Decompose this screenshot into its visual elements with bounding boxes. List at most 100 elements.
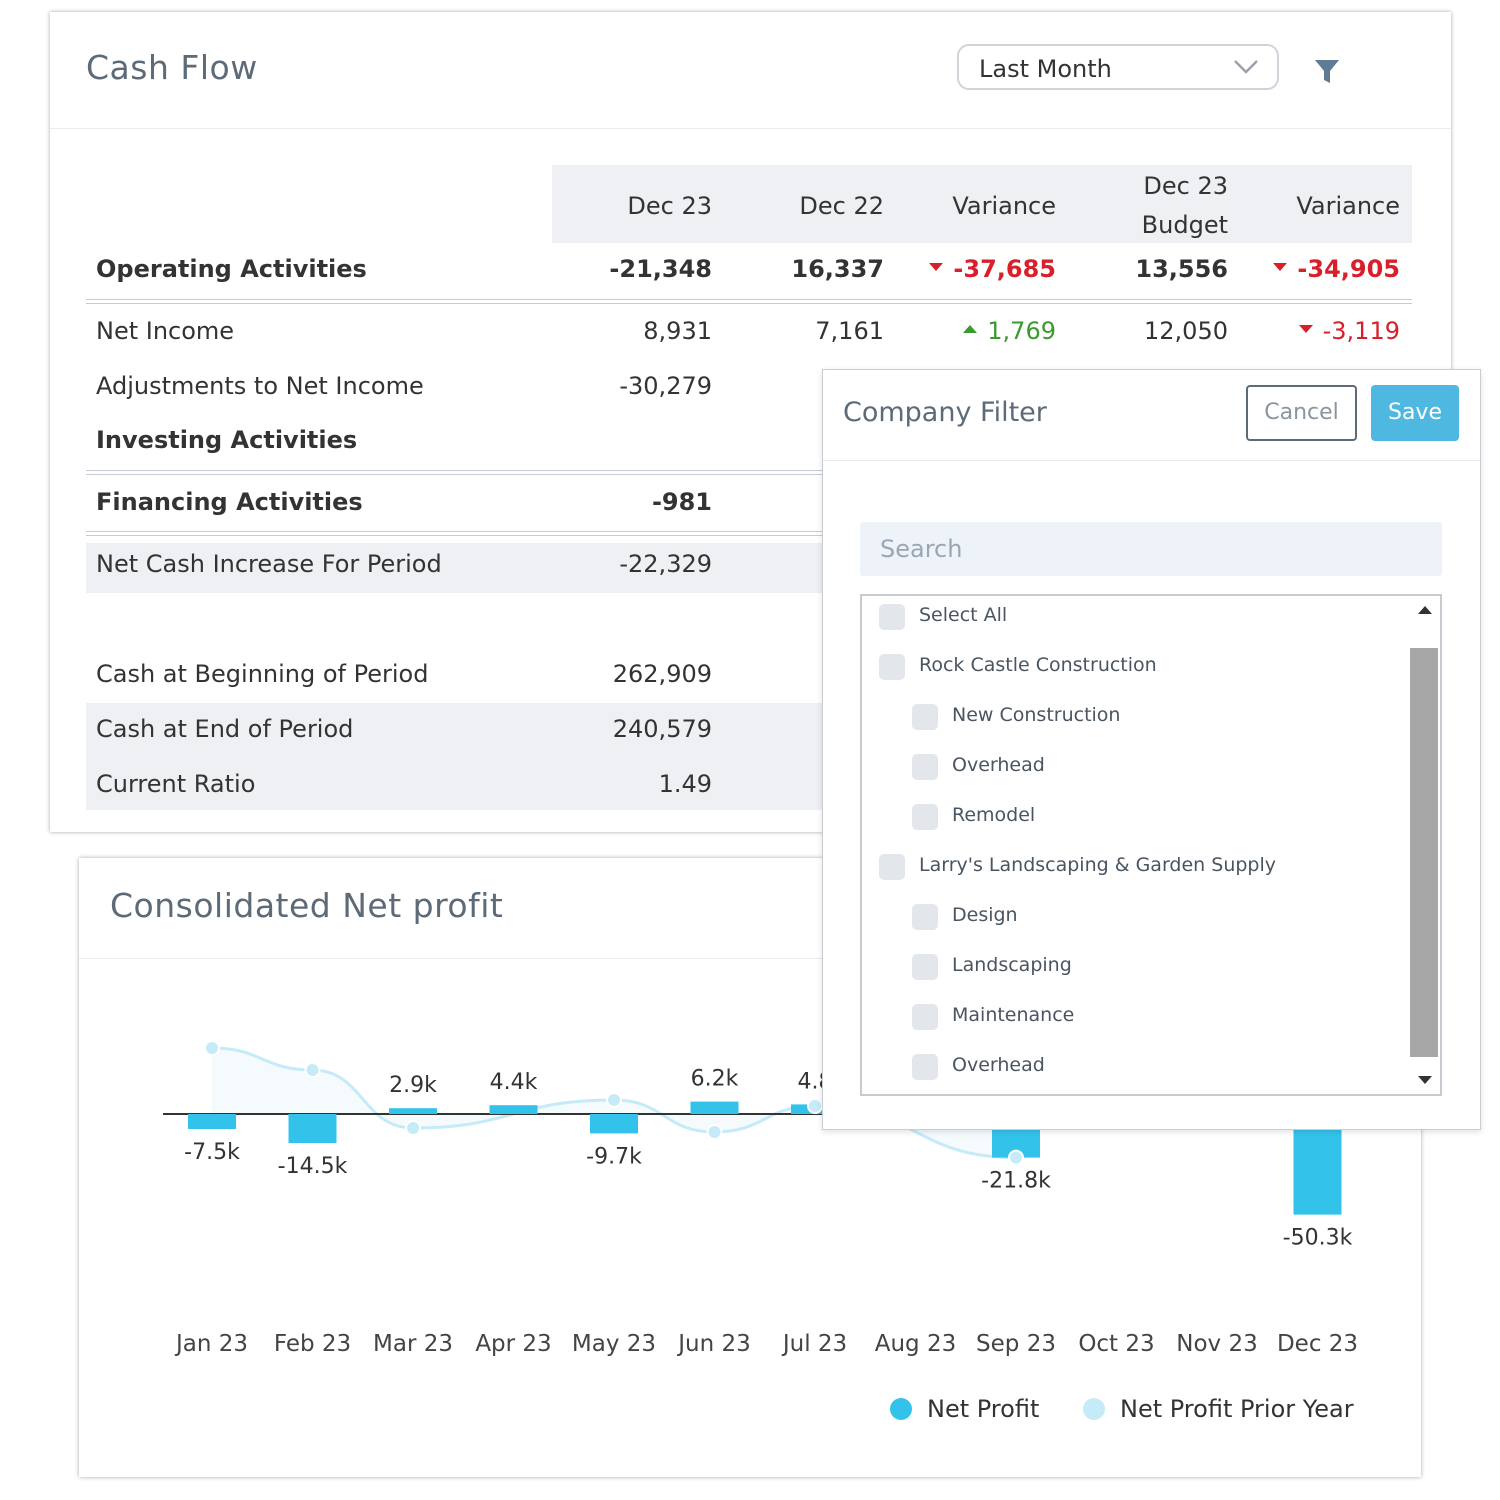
table-cell: 8,931	[542, 317, 712, 345]
tree-item-label: Rock Castle Construction	[919, 654, 1157, 676]
triangle-down-icon	[1298, 325, 1313, 333]
table-cell: 262,909	[542, 660, 712, 688]
x-tick-label: Aug 23	[875, 1331, 957, 1357]
tree-item-label: Remodel	[952, 804, 1036, 826]
filter-icon[interactable]	[1312, 56, 1342, 86]
checkbox[interactable]	[879, 854, 905, 880]
checkbox[interactable]	[912, 904, 938, 930]
tree-item[interactable]: Maintenance	[912, 1001, 1392, 1041]
data-label: 4.4k	[490, 1070, 538, 1095]
company-filter-header: Company Filter Cancel Save	[823, 370, 1480, 461]
scroll-down-arrow-icon[interactable]	[1418, 1076, 1432, 1084]
table-cell-value: -37,685	[953, 255, 1056, 283]
column-header-line: Budget	[1141, 211, 1228, 239]
tree-item-label: Landscaping	[952, 954, 1072, 976]
tree-item[interactable]: Remodel	[912, 801, 1392, 841]
cash-flow-title: Cash Flow	[86, 48, 258, 87]
tree-item[interactable]: Select All	[879, 601, 1359, 641]
row-label: Investing Activities	[96, 426, 358, 454]
table-cell: -37,685	[886, 255, 1056, 283]
company-tree-list: Select All Rock Castle Construction New Co…	[860, 594, 1442, 1096]
checkbox[interactable]	[912, 804, 938, 830]
data-label: -50.3k	[1283, 1226, 1353, 1251]
table-cell-value: -34,905	[1297, 255, 1400, 283]
table-cell-value: 7,161	[815, 317, 884, 345]
cancel-button[interactable]: Cancel	[1246, 385, 1357, 441]
prior-year-point	[405, 1120, 421, 1136]
x-tick-label: Feb 23	[274, 1331, 351, 1357]
tree-item[interactable]: Rock Castle Construction	[879, 651, 1359, 691]
tree-item-label: Design	[952, 904, 1018, 926]
row-label: Net Cash Increase For Period	[96, 550, 442, 578]
data-label: -7.5k	[184, 1140, 240, 1165]
column-header: Dec 23	[542, 187, 712, 226]
save-button[interactable]: Save	[1371, 385, 1459, 441]
tree-item[interactable]: New Construction	[912, 701, 1392, 741]
table-cell: -21,348	[542, 255, 712, 283]
column-header-line: Dec 22	[799, 192, 884, 220]
x-tick-label: Jan 23	[174, 1331, 248, 1357]
scroll-thumb[interactable]	[1410, 648, 1438, 1057]
period-select-value: Last Month	[979, 55, 1112, 83]
table-cell: 16,337	[714, 255, 884, 283]
prior-year-point	[304, 1062, 321, 1078]
legend-marker	[890, 1398, 912, 1420]
checkbox[interactable]	[912, 754, 938, 780]
bar-net-profit	[389, 1108, 437, 1114]
x-tick-label: Oct 23	[1078, 1331, 1154, 1357]
checkbox[interactable]	[912, 1054, 938, 1080]
checkbox[interactable]	[879, 604, 905, 630]
prior-year-point	[204, 1040, 220, 1056]
tree-item[interactable]: Overhead	[912, 1051, 1392, 1091]
search-input[interactable]	[860, 522, 1442, 576]
tree-item-label: Larry's Landscaping & Garden Supply	[919, 854, 1277, 876]
column-header: Variance	[1230, 187, 1400, 226]
checkbox[interactable]	[879, 654, 905, 680]
period-select[interactable]: Last Month	[957, 44, 1279, 90]
table-cell: -22,329	[542, 550, 712, 578]
checkbox[interactable]	[912, 1004, 938, 1030]
table-cell-value: 8,931	[643, 317, 712, 345]
tree-item[interactable]: Landscaping	[912, 951, 1392, 991]
table-cell-value: -981	[651, 488, 712, 516]
tree-item[interactable]: Design	[912, 901, 1392, 941]
row-label: Operating Activities	[96, 255, 367, 283]
legend-label: Net Profit	[927, 1395, 1039, 1423]
data-label: 2.9k	[389, 1073, 437, 1098]
company-filter-title: Company Filter	[843, 397, 1047, 428]
row-label: Net Income	[96, 317, 235, 345]
table-cell-value: 13,556	[1135, 255, 1228, 283]
legend-marker	[1083, 1398, 1105, 1420]
cash-flow-header: Cash Flow Last Month	[50, 12, 1451, 129]
tree-item[interactable]: Larry's Landscaping & Garden Supply	[879, 851, 1359, 891]
tree-item-label: Maintenance	[952, 1004, 1075, 1026]
scrollbar[interactable]	[1410, 596, 1440, 1094]
tree-item[interactable]: Overhead	[912, 751, 1392, 791]
x-tick-label: Mar 23	[373, 1331, 453, 1357]
table-cell: 1.49	[542, 770, 712, 798]
triangle-up-icon	[963, 325, 978, 333]
x-tick-label: Nov 23	[1176, 1331, 1257, 1357]
prior-year-point	[807, 1098, 823, 1114]
row-label: Cash at End of Period	[96, 715, 354, 743]
company-filter-dialog: Company Filter Cancel Save Select All Roc…	[822, 369, 1481, 1130]
scroll-up-arrow-icon[interactable]	[1418, 606, 1432, 614]
table-cell: -981	[542, 488, 712, 516]
triangle-down-icon	[1273, 263, 1288, 271]
data-label: -14.5k	[278, 1154, 348, 1179]
prior-year-point	[606, 1092, 622, 1108]
x-tick-label: Apr 23	[475, 1331, 551, 1357]
x-tick-label: Sep 23	[976, 1331, 1056, 1357]
row-label: Adjustments to Net Income	[96, 372, 424, 400]
checkbox[interactable]	[912, 954, 938, 980]
table-cell-value: 1.49	[658, 770, 712, 798]
table-cell: 7,161	[714, 317, 884, 345]
table-cell: -34,905	[1230, 255, 1400, 283]
tree-item-label: Overhead	[952, 754, 1045, 776]
table-cell: 1,769	[886, 317, 1056, 345]
legend-label: Net Profit Prior Year	[1120, 1395, 1354, 1423]
column-header: Dec 23 Budget	[1058, 167, 1228, 245]
table-cell-value: 16,337	[791, 255, 884, 283]
row-label: Current Ratio	[96, 770, 256, 798]
checkbox[interactable]	[912, 704, 938, 730]
